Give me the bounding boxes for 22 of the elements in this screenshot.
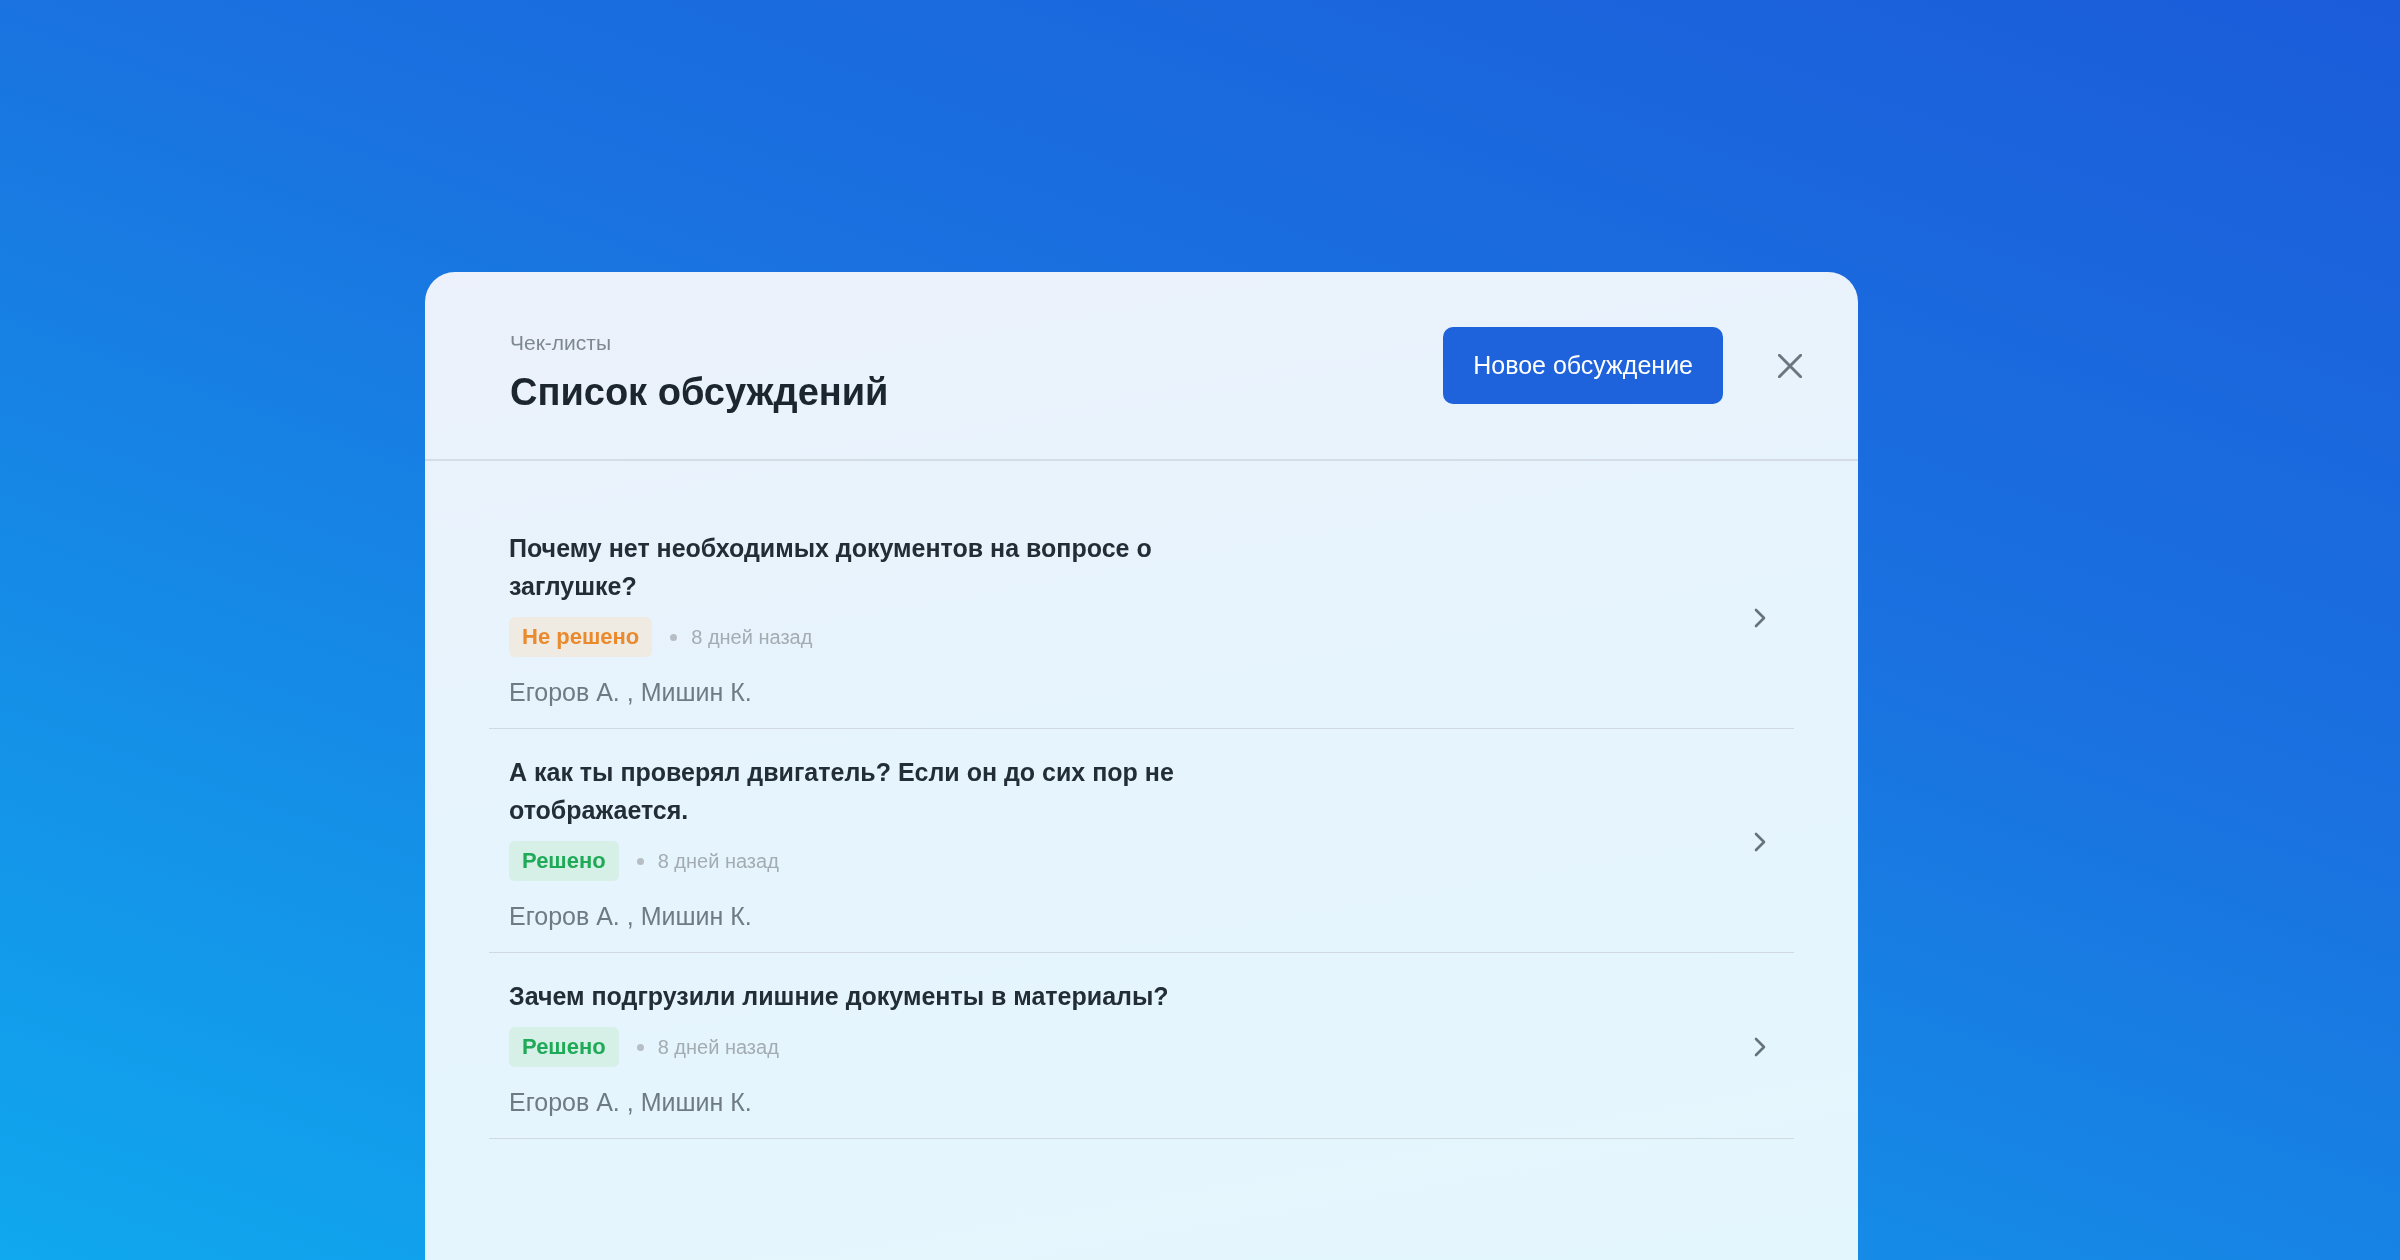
dialog-title: Список обсуждений <box>510 369 889 415</box>
separator-dot-icon <box>670 633 678 641</box>
close-icon[interactable] <box>1778 353 1802 378</box>
timestamp: 8 дней назад <box>657 849 779 873</box>
timestamp: 8 дней назад <box>691 625 813 649</box>
chevron-right-icon[interactable] <box>1754 608 1766 628</box>
status-badge: Решено <box>509 1027 619 1067</box>
participant-names: Егоров А. , Мишин К. <box>509 1087 752 1117</box>
chevron-right-icon[interactable] <box>1754 832 1766 852</box>
chevron-right-icon[interactable] <box>1754 1037 1766 1057</box>
participant-names: Егоров А. , Мишин К. <box>509 901 752 931</box>
status-badge: Решено <box>509 841 619 881</box>
discussion-title[interactable]: Зачем подгрузили лишние документы в материалы? <box>509 977 1169 1015</box>
timestamp: 8 дней назад <box>657 1035 779 1059</box>
separator-dot-icon <box>636 857 644 865</box>
status-badge: Не решено <box>509 617 653 657</box>
discussion-title[interactable]: А как ты проверял двигатель? Если он до сих пор не отображается. <box>509 753 1229 829</box>
breadcrumb-label: Чек-листы <box>510 330 612 355</box>
separator-dot-icon <box>636 1043 644 1051</box>
new-discussion-button[interactable]: Новое обсуждение <box>1443 327 1723 404</box>
discussion-title[interactable]: Почему нет необходимых документов на вопросе о заглушке? <box>509 529 1229 605</box>
participant-names: Егоров А. , Мишин К. <box>509 677 752 707</box>
